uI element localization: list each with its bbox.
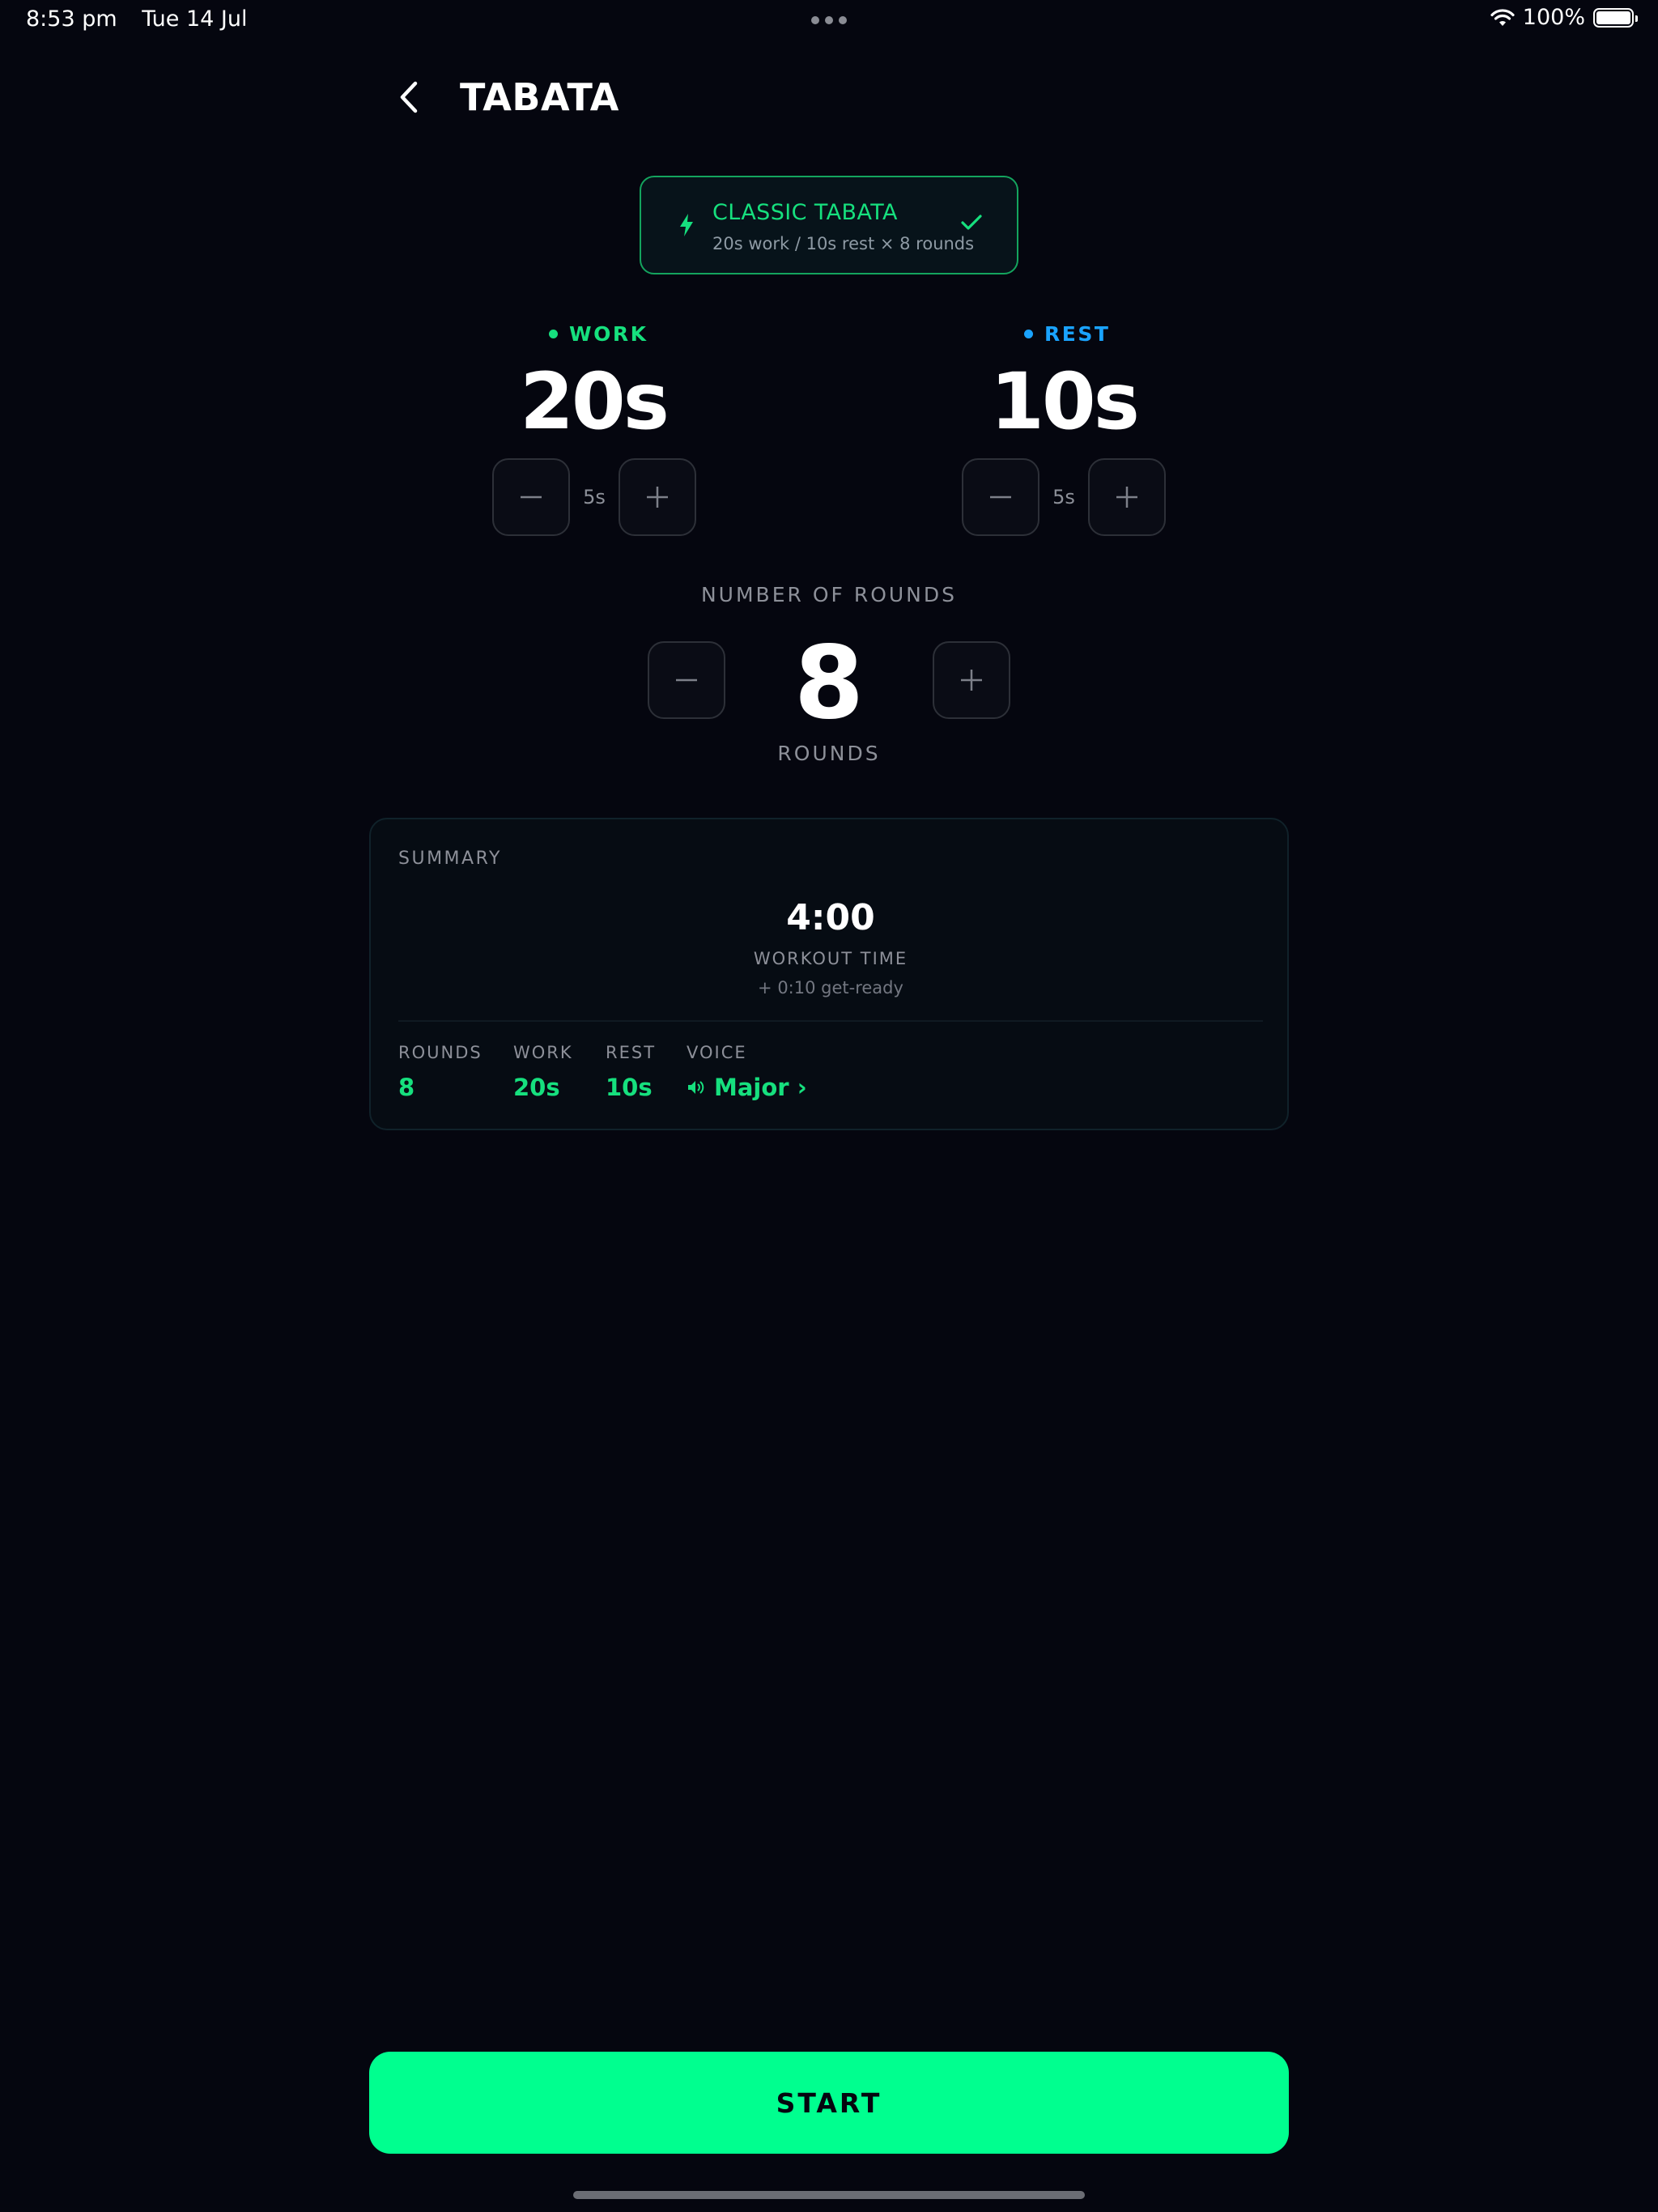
wifi-icon: [1490, 8, 1515, 26]
minus-icon: [521, 496, 542, 499]
home-indicator[interactable]: [573, 2191, 1085, 2199]
plus-icon: [961, 670, 982, 691]
work-increase-button[interactable]: [619, 458, 696, 536]
battery-percent: 100%: [1522, 5, 1585, 30]
page-title: TABATA: [460, 75, 619, 119]
summary-rounds-value: 8: [398, 1074, 415, 1101]
voice-selector[interactable]: Major ›: [687, 1074, 807, 1101]
summary-rest-label: REST: [606, 1043, 657, 1062]
rest-value: 10s: [990, 356, 1140, 447]
chevron-left-icon: [400, 81, 418, 113]
rounds-decrease-button[interactable]: [648, 641, 725, 719]
rest-decrease-button[interactable]: [962, 458, 1039, 536]
back-button[interactable]: [387, 73, 431, 121]
summary-card: SUMMARY 4:00 WORKOUT TIME + 0:10 get-rea…: [369, 818, 1289, 1130]
work-dot-icon: [549, 330, 558, 338]
rounds-value: 8: [793, 625, 865, 742]
rounds-unit: ROUNDS: [777, 742, 881, 765]
rest-label: REST: [1024, 322, 1110, 346]
voice-value: Major ›: [714, 1074, 807, 1101]
preset-subtitle: 20s work / 10s rest × 8 rounds: [712, 234, 975, 253]
status-bar-left: 8:53 pm Tue 14 Jul: [26, 6, 247, 32]
rest-dot-icon: [1024, 330, 1033, 338]
preset-title: CLASSIC TABATA: [712, 200, 898, 225]
work-label-text: WORK: [569, 322, 648, 346]
multitasking-dots-icon[interactable]: [811, 16, 847, 24]
summary-rounds-label: ROUNDS: [398, 1043, 483, 1062]
work-decrease-button[interactable]: [492, 458, 570, 536]
minus-icon: [990, 496, 1011, 499]
preset-card-classic-tabata[interactable]: CLASSIC TABATA 20s work / 10s rest × 8 r…: [640, 176, 1018, 274]
summary-title: SUMMARY: [398, 849, 502, 869]
battery-icon: [1593, 7, 1638, 28]
rest-increase-button[interactable]: [1088, 458, 1166, 536]
summary-voice-label: VOICE: [687, 1043, 747, 1062]
bolt-icon: [680, 214, 693, 236]
plus-icon: [647, 487, 668, 508]
minus-icon: [676, 678, 697, 682]
rounds-increase-button[interactable]: [933, 641, 1010, 719]
workout-time-label: WORKOUT TIME: [753, 949, 908, 968]
summary-work-label: WORK: [513, 1043, 573, 1062]
work-step-label: 5s: [583, 486, 606, 508]
status-time: 8:53 pm: [26, 6, 117, 32]
work-label: WORK: [549, 322, 648, 346]
get-ready-time: + 0:10 get-ready: [758, 978, 903, 998]
start-button[interactable]: START: [369, 2052, 1289, 2154]
checkmark-icon: [961, 215, 982, 230]
speaker-icon: [688, 1081, 704, 1094]
work-value: 20s: [520, 356, 670, 447]
plus-icon: [1116, 487, 1137, 508]
rest-step-label: 5s: [1052, 486, 1075, 508]
rest-label-text: REST: [1044, 322, 1111, 346]
status-bar-right: 100%: [1490, 5, 1638, 30]
summary-work-value: 20s: [513, 1074, 560, 1101]
rounds-heading: NUMBER OF ROUNDS: [700, 583, 957, 606]
summary-divider: [398, 1020, 1263, 1022]
status-date: Tue 14 Jul: [142, 6, 248, 32]
summary-rest-value: 10s: [606, 1074, 653, 1101]
workout-time: 4:00: [786, 897, 875, 938]
